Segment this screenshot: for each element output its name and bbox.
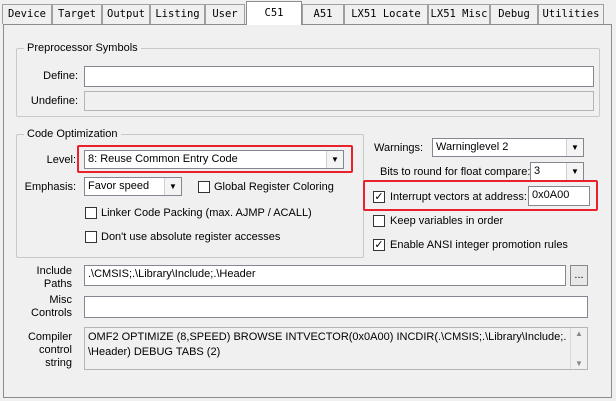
scroll-down-icon[interactable]: ▼ [571,359,587,368]
keep-variables-label: Keep variables in order [390,215,504,227]
preprocessor-title: Preprocessor Symbols [24,42,141,55]
tab-lx51-locate[interactable]: LX51 Locate [344,4,428,24]
emphasis-value: Favor speed [88,180,150,192]
tab-user[interactable]: User [205,4,245,24]
check-icon: ✓ [374,238,384,251]
warnings-label: Warnings: [374,142,424,154]
tab-target[interactable]: Target [52,4,102,24]
warnings-value: Warninglevel 2 [436,141,509,153]
browse-button[interactable]: ... [570,265,588,286]
tab-output[interactable]: Output [102,4,150,24]
include-paths-label: Include Paths [36,265,72,290]
misc-controls-label: Misc Controls [31,294,72,319]
undefine-field[interactable] [84,91,594,111]
include-paths-field[interactable]: .\CMSIS;.\Library\Include;.\Header [84,265,566,286]
tab-c51[interactable]: C51 [246,1,302,25]
chevron-down-icon[interactable]: ▼ [566,163,583,180]
global-register-label: Global Register Coloring [214,181,334,193]
no-absolute-register-checkbox[interactable] [85,231,97,243]
warnings-select[interactable]: Warninglevel 2 ▼ [432,138,584,157]
tab-a51[interactable]: A51 [302,4,344,24]
define-field[interactable] [84,66,594,87]
tab-device[interactable]: Device [2,4,52,24]
code-optimization-title: Code Optimization [24,128,121,141]
misc-controls-field[interactable] [84,296,588,318]
tab-lx51-misc[interactable]: LX51 Misc [428,4,490,24]
ansi-promotion-label: Enable ANSI integer promotion rules [390,239,568,251]
emphasis-select[interactable]: Favor speed ▼ [84,177,182,196]
compiler-control-string: OMF2 OPTIMIZE (8,SPEED) BROWSE INTVECTOR… [84,327,588,370]
level-highlight-box [77,145,353,173]
tab-debug[interactable]: Debug [490,4,538,24]
linker-packing-label: Linker Code Packing (max. AJMP / ACALL) [101,207,312,219]
define-label: Define: [43,70,78,82]
global-register-checkbox[interactable] [198,181,210,193]
bits-label: Bits to round for float compare: [380,166,531,178]
tab-utilities[interactable]: Utilities [538,4,604,24]
emphasis-label: Emphasis: [24,181,76,193]
level-label: Level: [46,154,76,166]
bits-value: 3 [534,165,541,177]
no-absolute-register-label: Don't use absolute register accesses [101,231,281,243]
undefine-label: Undefine: [30,95,78,107]
compiler-control-label: Compiler control string [27,331,72,369]
ansi-promotion-checkbox[interactable]: ✓ [373,239,385,251]
keep-variables-checkbox[interactable] [373,215,385,227]
chevron-down-icon[interactable]: ▼ [566,139,583,156]
linker-packing-checkbox[interactable] [85,207,97,219]
interrupt-highlight-box [363,180,598,211]
compiler-scrollbar[interactable]: ▲ ▼ [570,328,587,369]
tab-listing[interactable]: Listing [150,4,205,24]
chevron-down-icon[interactable]: ▼ [164,178,181,195]
bits-select[interactable]: 3 ▼ [530,162,584,181]
scroll-up-icon[interactable]: ▲ [571,329,587,338]
